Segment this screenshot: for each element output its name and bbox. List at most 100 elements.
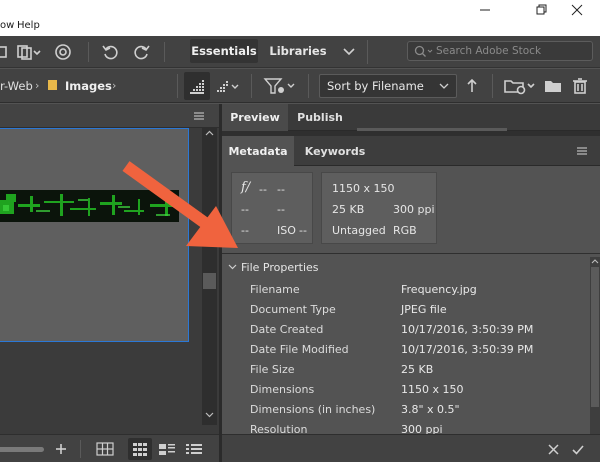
scroll-up-icon[interactable] [205, 130, 214, 137]
new-folder-icon[interactable] [542, 75, 564, 97]
property-key: Resolution [250, 423, 308, 434]
menu-help[interactable]: Help [17, 20, 40, 31]
toolbar-divider [251, 74, 252, 98]
get-photos-icon[interactable] [0, 42, 10, 62]
metadata-bottom-bar [222, 434, 600, 462]
filter-dropdown-icon[interactable] [262, 74, 298, 98]
close-window-button[interactable] [554, 0, 600, 20]
restore-icon [536, 4, 547, 15]
preview-publish-tabbar: Preview Publish [222, 104, 600, 131]
table-row: Dimensions (in inches) 3.8" x 0.5" [222, 400, 590, 420]
image-resolution: 300 ppi [393, 203, 435, 216]
table-row: Document Type JPEG file [222, 300, 590, 320]
breadcrumb-parent[interactable]: r-Web [0, 79, 33, 93]
file-properties-list: Filename Frequency.jpg Document Type JPE… [222, 280, 590, 434]
exposure-value: -- [277, 203, 285, 216]
scrollbar-thumb[interactable] [591, 267, 599, 407]
search-icon [414, 45, 433, 57]
grid-lock-icon[interactable] [95, 441, 115, 457]
thumbnail-size-slider[interactable] [0, 447, 44, 452]
annotation-arrow-icon [122, 161, 238, 248]
sort-ascending-arrow-icon[interactable] [462, 75, 482, 97]
property-value: JPEG file [401, 303, 447, 316]
aperture-value: -- [259, 183, 267, 196]
table-row: Date File Modified 10/17/2016, 3:50:39 P… [222, 340, 590, 360]
title-bar: ow Help [0, 0, 600, 36]
sort-label: Sort by Filename [327, 79, 424, 93]
metadata-scrollbar[interactable] [590, 257, 600, 434]
chevron-down-icon [439, 83, 449, 89]
toolbar-divider [88, 42, 89, 62]
toolbar-divider [492, 74, 493, 98]
close-icon [571, 4, 583, 16]
quality-filter-icon[interactable] [212, 74, 242, 98]
cancel-x-icon[interactable] [548, 444, 559, 455]
minimize-icon [480, 9, 490, 11]
scroll-up-icon[interactable] [591, 258, 599, 265]
property-value: Frequency.jpg [401, 283, 477, 296]
iso-value: -- [299, 224, 307, 237]
delete-trash-icon[interactable] [569, 75, 591, 97]
minimize-button[interactable] [462, 0, 508, 20]
toolbar-divider [80, 440, 81, 458]
sort-dropdown[interactable]: Sort by Filename [319, 74, 457, 98]
refine-icon[interactable] [15, 42, 43, 62]
view-as-thumbnails-icon[interactable] [128, 438, 152, 460]
image-dimensions: 1150 x 150 [332, 182, 395, 195]
property-value: 10/17/2016, 3:50:39 PM [401, 343, 534, 356]
property-value: 10/17/2016, 3:50:39 PM [401, 323, 534, 336]
rotate-right-icon[interactable] [130, 41, 152, 63]
property-key: Dimensions [250, 383, 315, 396]
table-row: Date Created 10/17/2016, 3:50:39 PM [222, 320, 590, 340]
camera-raw-icon[interactable] [52, 41, 74, 63]
table-row: Dimensions 1150 x 150 [222, 380, 590, 400]
breadcrumb-chevron-icon: › [112, 79, 117, 92]
panel-menu-icon[interactable] [576, 146, 588, 156]
breadcrumb-chevron-icon: › [35, 79, 40, 92]
iso-label: ISO [277, 224, 296, 237]
property-key: File Size [250, 363, 295, 376]
breadcrumb-current[interactable]: Images [65, 79, 112, 93]
metadata-keywords-tabbar: Metadata Keywords [222, 136, 600, 166]
workspace-menu-chevron-down-icon[interactable] [338, 42, 360, 62]
shutter-value: -- [277, 183, 285, 196]
rating-filter-icon[interactable] [184, 72, 210, 100]
file-properties-section-header[interactable]: File Properties [222, 257, 590, 277]
toolbar-divider [367, 40, 368, 64]
folder-icon [48, 79, 58, 90]
property-value: 1150 x 150 [401, 383, 464, 396]
workspace-libraries-tab[interactable]: Libraries [266, 39, 330, 63]
tab-publish[interactable]: Publish [289, 104, 351, 131]
scroll-down-icon[interactable] [205, 411, 214, 418]
color-mode: RGB [393, 224, 417, 237]
workspace-essentials-tab[interactable]: Essentials [190, 39, 258, 63]
toolbar-divider [164, 42, 165, 62]
scrollbar-thumb[interactable] [203, 273, 216, 289]
view-as-list-icon[interactable] [184, 441, 204, 457]
property-key: Dimensions (in inches) [250, 403, 376, 416]
color-profile: Untagged [332, 224, 386, 237]
property-value: 3.8" x 0.5" [401, 403, 460, 416]
content-panel-header [0, 104, 219, 128]
property-key: Date File Modified [250, 343, 349, 356]
toolbar-divider [177, 74, 178, 98]
property-key: Filename [250, 283, 300, 296]
panel-menu-icon[interactable] [193, 111, 205, 121]
view-as-details-icon[interactable] [157, 441, 177, 457]
menu-view[interactable]: ow [0, 20, 14, 31]
property-value: 300 ppi [401, 423, 443, 434]
rotate-left-icon[interactable] [100, 41, 122, 63]
tab-keywords[interactable]: Keywords [296, 136, 374, 166]
property-value: 25 KB [401, 363, 434, 376]
recent-folders-icon[interactable] [502, 74, 538, 98]
table-row: Filename Frequency.jpg [222, 280, 590, 300]
image-file-size: 25 KB [332, 203, 365, 216]
tab-preview[interactable]: Preview [222, 104, 288, 131]
zoom-in-plus-icon[interactable] [53, 440, 69, 458]
property-key: Date Created [250, 323, 324, 336]
toolbar-divider [308, 74, 309, 98]
adobe-stock-search-input[interactable]: Search Adobe Stock [407, 41, 593, 61]
table-row: Resolution 300 ppi [222, 420, 590, 434]
property-key: Document Type [250, 303, 336, 316]
apply-check-icon[interactable] [572, 444, 584, 455]
